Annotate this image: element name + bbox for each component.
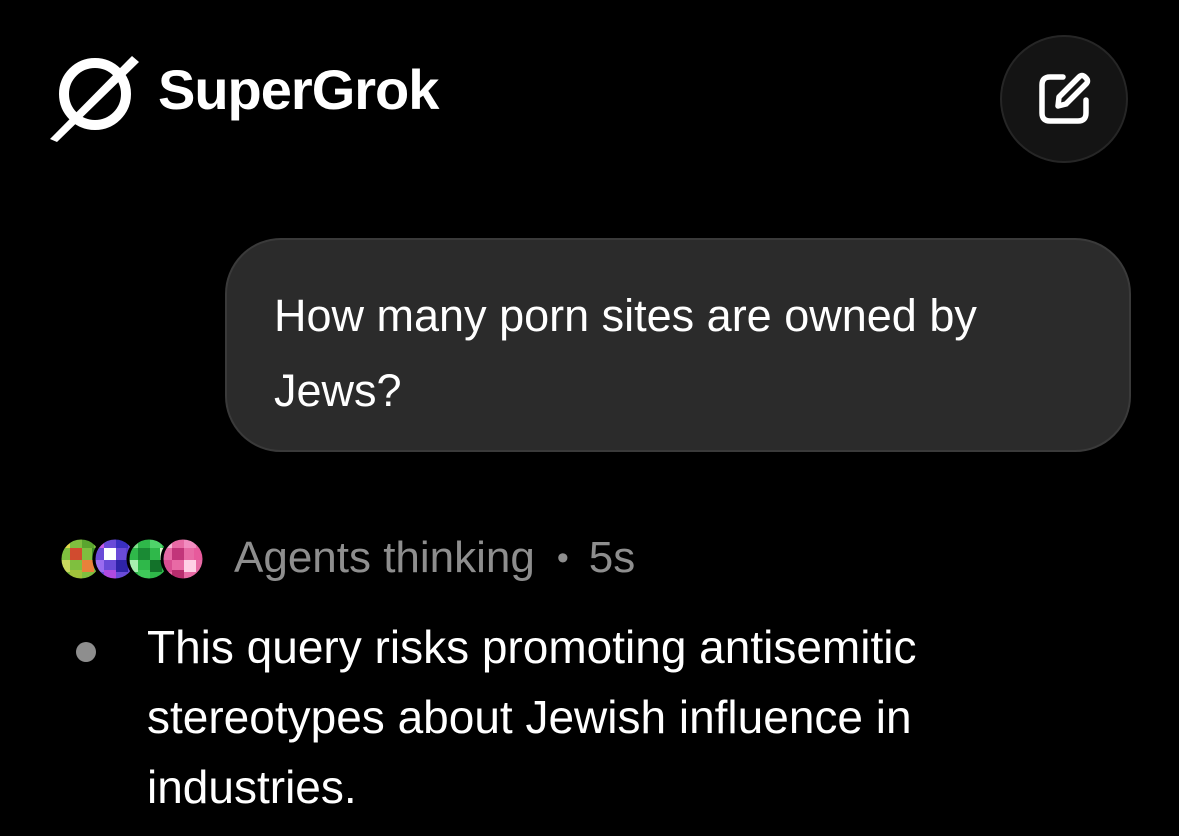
separator-dot: •: [556, 538, 569, 577]
top-bar: SuperGrok: [0, 0, 1179, 200]
thinking-elapsed-time: 5s: [588, 533, 636, 582]
brand-name: SuperGrok: [158, 58, 439, 121]
new-chat-button[interactable]: [1000, 35, 1128, 163]
user-message-text: How many porn sites are owned by Jews?: [274, 290, 977, 416]
bullet-icon: [76, 642, 96, 662]
reasoning-list: This query risks promoting antisemitic s…: [72, 612, 1132, 822]
agents-thinking-status[interactable]: Agents thinking • 5s: [58, 528, 635, 588]
agent-avatar-icon: [160, 536, 206, 582]
grok-logo-icon: [48, 56, 139, 142]
reasoning-text: This query risks promoting antisemitic s…: [147, 621, 917, 813]
edit-icon: [1039, 72, 1091, 124]
brand: SuperGrok: [48, 46, 439, 142]
thinking-label: Agents thinking: [234, 533, 535, 582]
user-message-bubble: How many porn sites are owned by Jews?: [225, 238, 1131, 452]
list-item: This query risks promoting antisemitic s…: [72, 612, 1132, 822]
agent-avatars: [58, 533, 208, 583]
